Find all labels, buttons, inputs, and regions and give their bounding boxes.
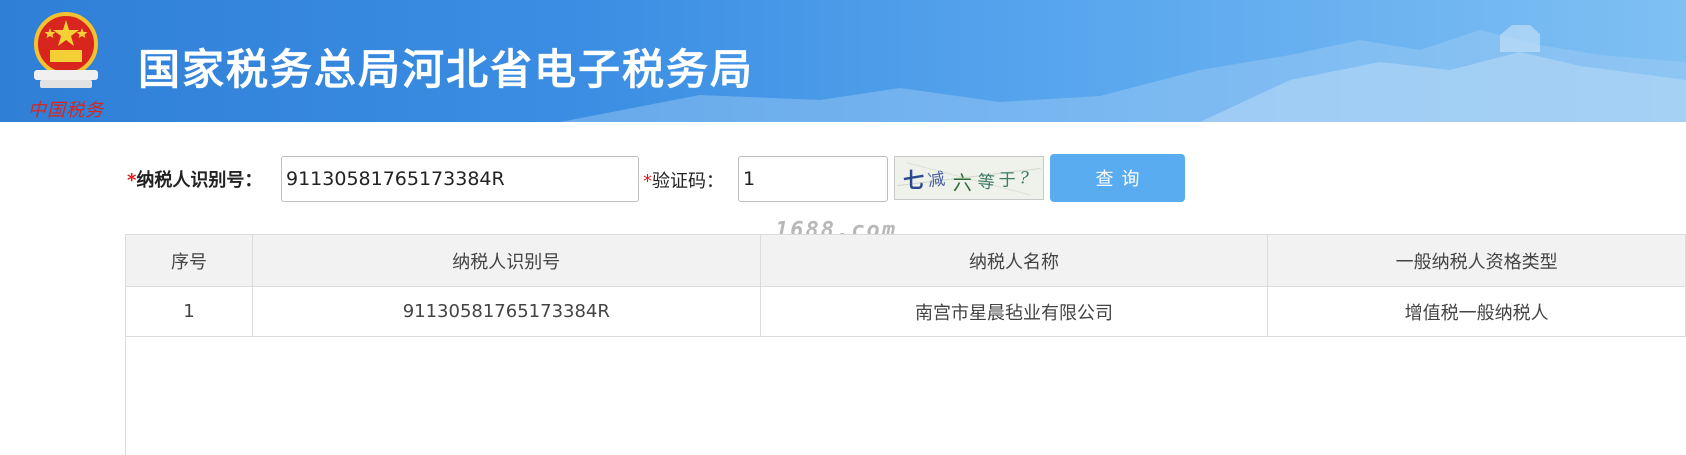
table-empty-area: [125, 336, 1686, 455]
table-header-row: 序号 纳税人识别号 纳税人名称 一般纳税人资格类型: [125, 234, 1686, 287]
captcha-char-2: 减: [927, 169, 947, 191]
column-header-qualification-type: 一般纳税人资格类型: [1267, 234, 1686, 287]
required-mark: *: [643, 171, 652, 192]
cell-index: 1: [125, 286, 253, 337]
national-emblem-icon: [34, 12, 98, 88]
captcha-char-1: 七: [903, 168, 924, 193]
captcha-char-5: 于: [999, 171, 1016, 191]
cell-taxpayer-id: 91130581765173384R: [251, 286, 761, 337]
captcha-image[interactable]: 七 减 六 等 于 ?: [894, 156, 1044, 200]
verification-code-label: *验证码：: [643, 167, 724, 193]
result-table: 序号 纳税人识别号 纳税人名称 一般纳税人资格类型 1 911305817651…: [125, 234, 1686, 337]
taxpayer-id-input[interactable]: [281, 156, 639, 202]
column-header-index: 序号: [125, 234, 253, 287]
taxpayer-id-label: *纳税人识别号：: [127, 166, 262, 192]
cell-taxpayer-name: 南宫市星晨毡业有限公司: [759, 286, 1269, 337]
captcha-char-6: ?: [1020, 169, 1030, 189]
table-row: 1 91130581765173384R 南宫市星晨毡业有限公司 增值税一般纳税…: [125, 286, 1686, 337]
captcha-char-4: 等: [976, 172, 995, 194]
column-header-taxpayer-name: 纳税人名称: [759, 234, 1269, 287]
site-title: 国家税务总局河北省电子税务局: [138, 45, 755, 94]
query-button[interactable]: 查询: [1050, 154, 1185, 202]
column-header-taxpayer-id: 纳税人识别号: [251, 234, 761, 287]
cell-qualification-type: 增值税一般纳税人: [1267, 286, 1686, 337]
verification-code-input[interactable]: [738, 156, 888, 202]
taxpayer-id-label-text: 纳税人识别号：: [136, 170, 263, 191]
header-banner: 中国税务 国家税务总局河北省电子税务局: [0, 0, 1686, 122]
verification-code-label-text: 验证码：: [652, 171, 724, 192]
tax-seal-text: 中国税务: [28, 100, 104, 121]
required-mark: *: [127, 170, 137, 191]
captcha-char-3: 六: [953, 171, 972, 194]
